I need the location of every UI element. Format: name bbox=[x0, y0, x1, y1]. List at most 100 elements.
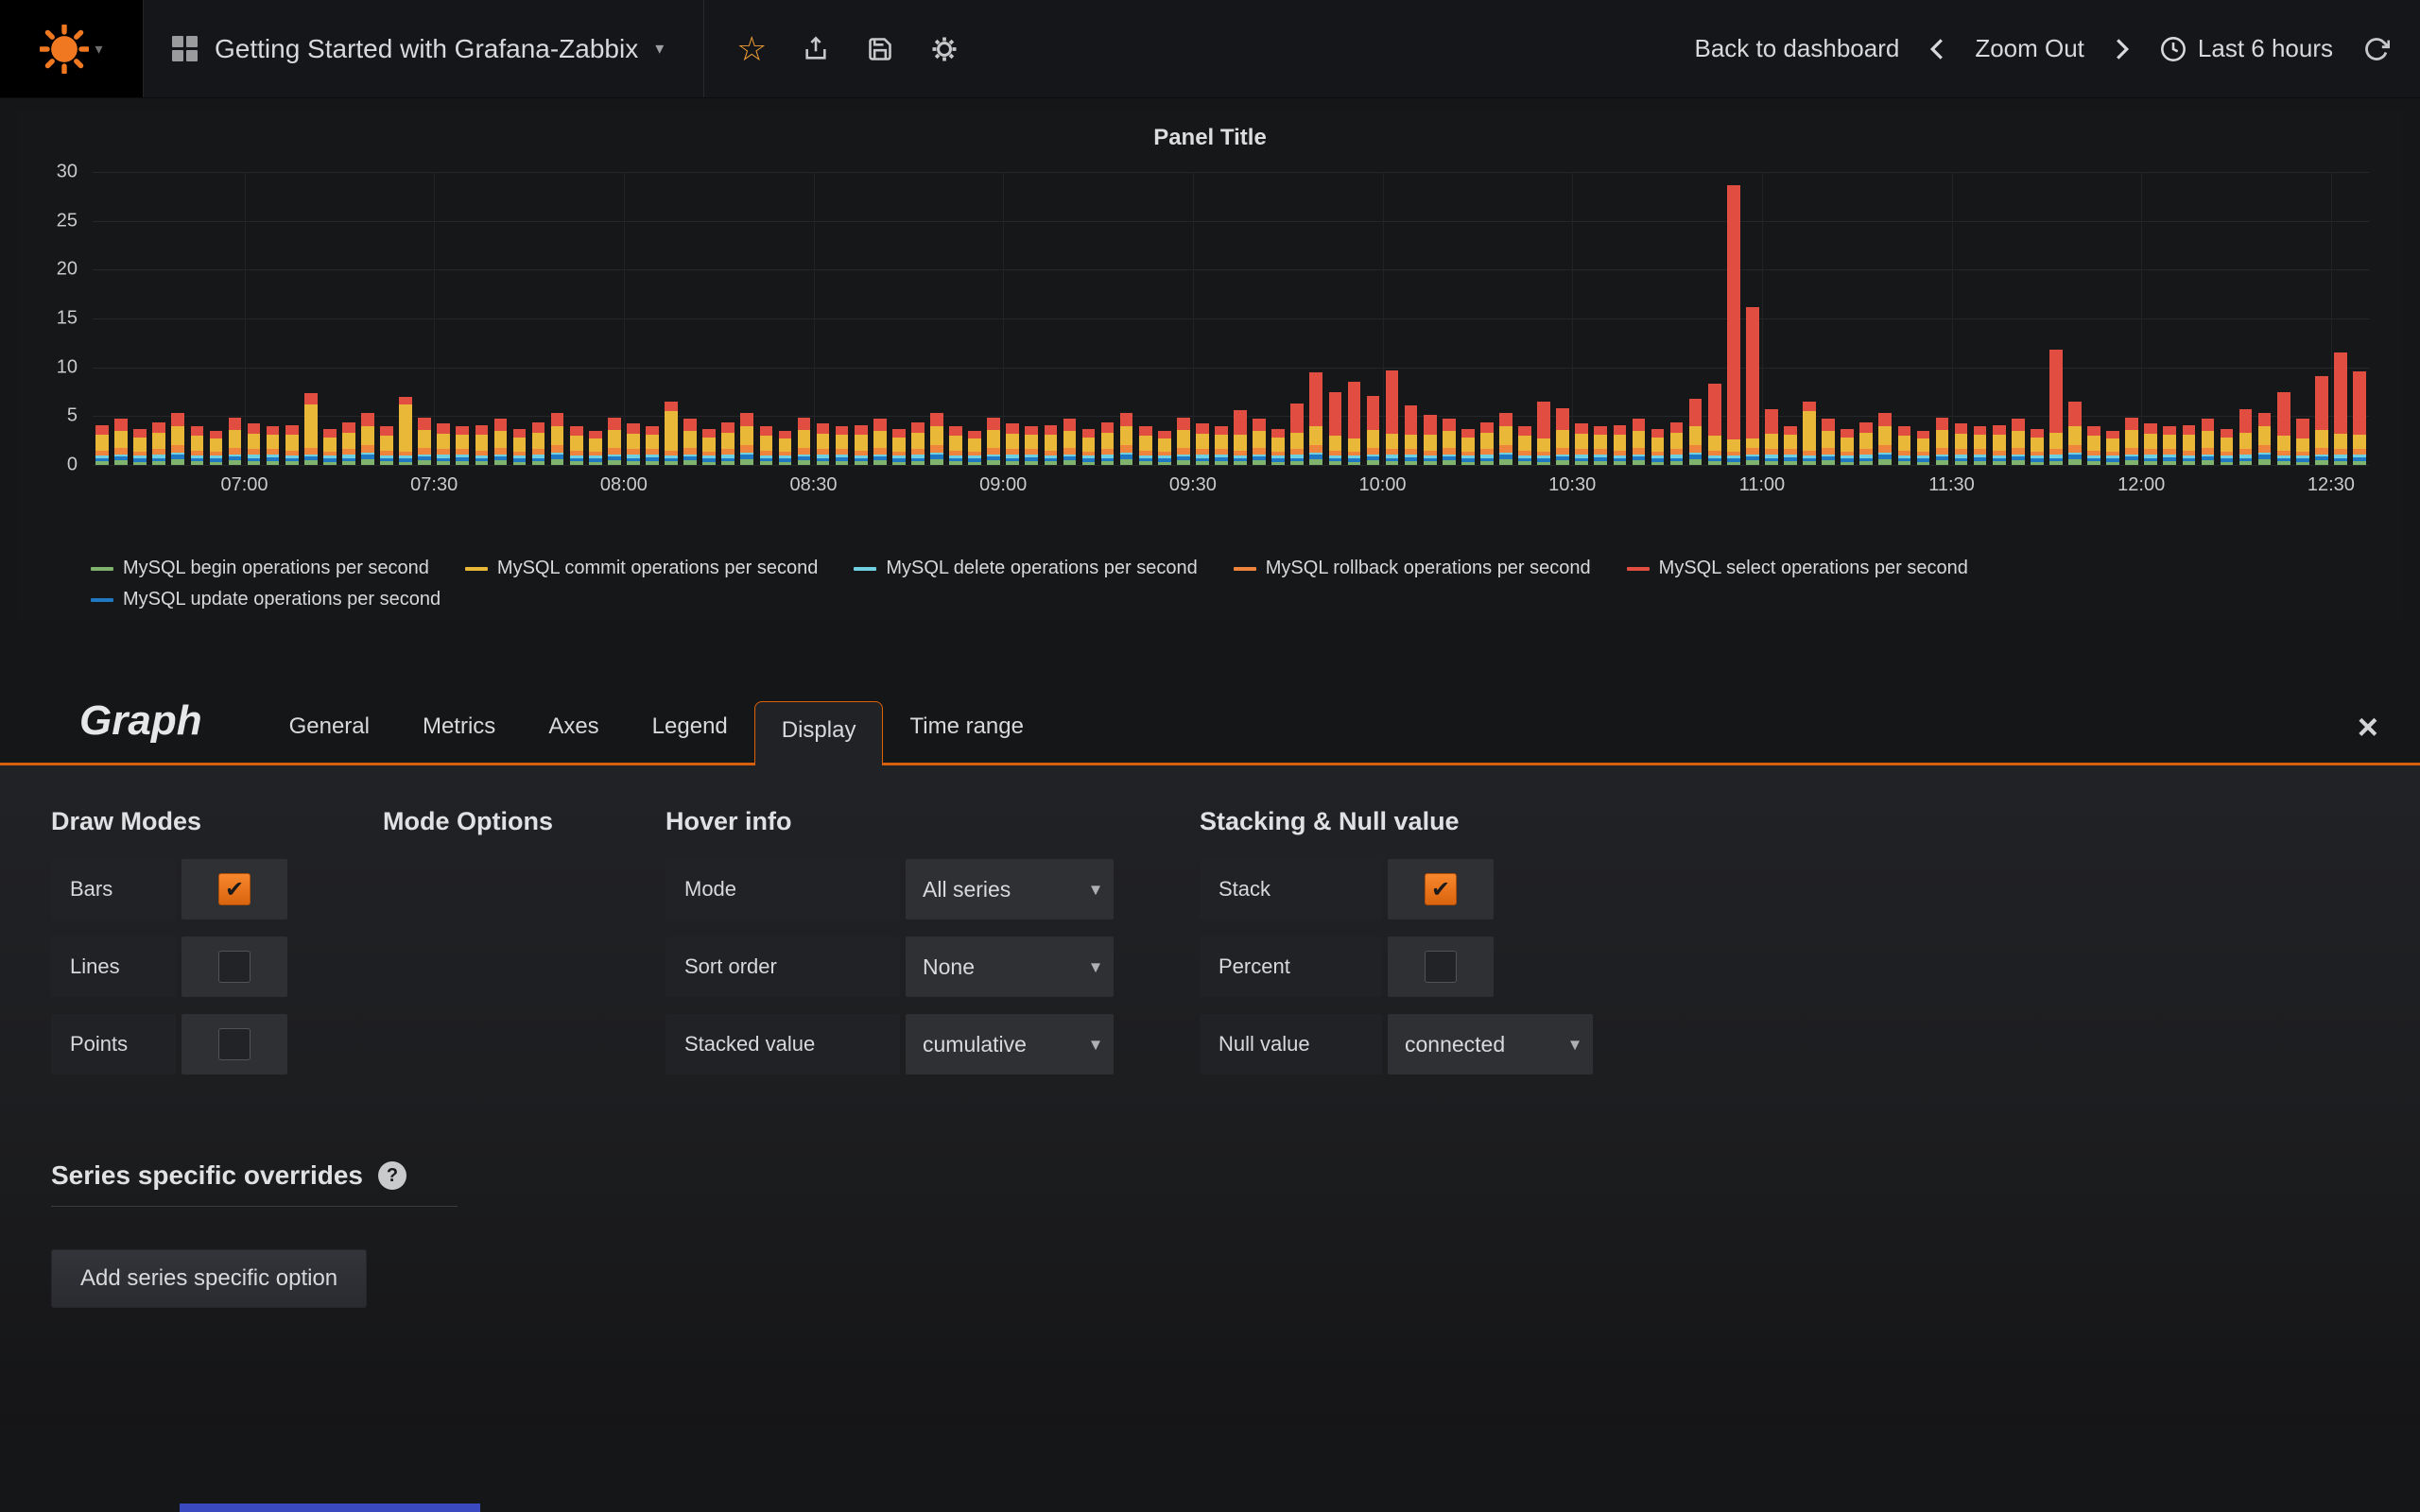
bar-segment bbox=[589, 452, 602, 455]
bar-segment bbox=[2277, 458, 2290, 461]
lines-checkbox[interactable]: ✔ bbox=[182, 936, 287, 997]
bar-segment bbox=[798, 418, 811, 429]
bar-segment bbox=[1120, 413, 1133, 425]
bar-segment bbox=[229, 418, 242, 429]
star-button[interactable]: ☆ bbox=[723, 0, 780, 97]
tab-display[interactable]: Display bbox=[754, 701, 884, 765]
bar-segment bbox=[1120, 445, 1133, 452]
settings-button[interactable] bbox=[916, 0, 973, 97]
legend-item[interactable]: MySQL rollback operations per second bbox=[1234, 558, 1591, 579]
bar-segment bbox=[2183, 455, 2196, 458]
bar-segment bbox=[304, 460, 318, 465]
bar-segment bbox=[608, 418, 621, 429]
points-checkbox[interactable]: ✔ bbox=[182, 1014, 287, 1074]
stacked-value-select[interactable]: cumulative ▾ bbox=[906, 1014, 1114, 1074]
tab-axes[interactable]: Axes bbox=[522, 695, 625, 763]
share-button[interactable] bbox=[787, 0, 844, 97]
legend-item[interactable]: MySQL delete operations per second bbox=[854, 558, 1197, 579]
bar-segment bbox=[2334, 458, 2347, 461]
bar-segment bbox=[133, 462, 147, 465]
bar-segment bbox=[1803, 451, 1816, 455]
back-to-dashboard-link[interactable]: Back to dashboard bbox=[1695, 34, 1900, 63]
bar-segment bbox=[1101, 458, 1115, 461]
stack-checkbox[interactable]: ✔ bbox=[1388, 859, 1494, 919]
bar-segment bbox=[665, 455, 678, 458]
bar-segment bbox=[1101, 449, 1115, 454]
bar-segment bbox=[2068, 453, 2082, 455]
bar-segment bbox=[987, 456, 1000, 460]
percent-checkbox[interactable]: ✔ bbox=[1388, 936, 1494, 997]
legend-item[interactable]: MySQL commit operations per second bbox=[465, 558, 818, 579]
help-icon[interactable]: ? bbox=[378, 1161, 406, 1190]
refresh-button[interactable] bbox=[2363, 0, 2390, 97]
close-icon[interactable]: × bbox=[2358, 710, 2378, 746]
legend-item[interactable]: MySQL begin operations per second bbox=[91, 558, 429, 579]
bar-segment bbox=[210, 458, 223, 462]
bar-segment bbox=[418, 460, 431, 465]
tab-metrics[interactable]: Metrics bbox=[396, 695, 522, 763]
legend-item[interactable]: MySQL select operations per second bbox=[1627, 558, 1968, 579]
time-picker-button[interactable]: Last 6 hours bbox=[2160, 34, 2333, 63]
bar-segment bbox=[817, 458, 830, 461]
bar-segment bbox=[1784, 449, 1797, 454]
bar-segment bbox=[665, 411, 678, 450]
tab-legend[interactable]: Legend bbox=[626, 695, 754, 763]
bar-segment bbox=[1594, 461, 1607, 465]
bar-segment bbox=[646, 426, 659, 435]
bar-segment bbox=[456, 457, 469, 461]
add-series-override-button[interactable]: Add series specific option bbox=[51, 1249, 367, 1308]
bar-segment bbox=[1177, 430, 1190, 449]
bar-segment bbox=[930, 459, 943, 465]
shift-time-forward-button[interactable] bbox=[2115, 37, 2130, 61]
bar-segment bbox=[1727, 462, 1740, 465]
sort-order-select[interactable]: None ▾ bbox=[906, 936, 1114, 997]
legend-item[interactable]: MySQL update operations per second bbox=[91, 589, 441, 610]
bar-segment bbox=[779, 438, 792, 451]
bar-segment bbox=[210, 455, 223, 458]
series-overrides-header: Series specific overrides ? bbox=[51, 1160, 458, 1207]
mode-select[interactable]: All series ▾ bbox=[906, 859, 1114, 919]
save-button[interactable] bbox=[852, 0, 908, 97]
bar-segment bbox=[1689, 426, 1703, 446]
bar-segment bbox=[2012, 455, 2025, 456]
bar-segment bbox=[2163, 426, 2176, 435]
bar-segment bbox=[760, 451, 773, 455]
panel-title[interactable]: Panel Title bbox=[17, 125, 2403, 151]
bar-segment bbox=[1139, 461, 1152, 465]
bar-segment bbox=[1841, 429, 1854, 438]
legend-series-name: MySQL begin operations per second bbox=[123, 558, 429, 579]
bar-segment bbox=[589, 438, 602, 451]
bars-checkbox[interactable]: ✔ bbox=[182, 859, 287, 919]
zoom-out-button[interactable]: Zoom Out bbox=[1975, 34, 2084, 63]
bar-segment bbox=[1651, 438, 1665, 451]
shift-time-back-button[interactable] bbox=[1929, 37, 1945, 61]
bar-segment bbox=[152, 449, 165, 454]
bar-segment bbox=[855, 435, 868, 451]
bar-segment bbox=[589, 458, 602, 462]
tab-general[interactable]: General bbox=[263, 695, 396, 763]
gridline-vertical bbox=[1383, 172, 1384, 465]
bar-segment bbox=[892, 429, 906, 438]
null-value-select[interactable]: connected ▾ bbox=[1388, 1014, 1593, 1074]
bar-segment bbox=[798, 456, 811, 460]
bar-segment bbox=[2221, 455, 2234, 458]
bar-segment bbox=[721, 449, 735, 454]
bar-segment bbox=[1290, 404, 1304, 433]
bar-segment bbox=[1045, 461, 1058, 465]
bar-segment bbox=[2353, 435, 2366, 450]
grafana-menu-button[interactable]: ▾ bbox=[0, 0, 144, 97]
dashboard-title-dropdown[interactable]: Getting Started with Grafana-Zabbix ▾ bbox=[144, 0, 704, 97]
chart-plot-area[interactable]: 05101520253007:0007:3008:0008:3009:0009:… bbox=[93, 172, 2369, 465]
bar-segment bbox=[855, 425, 868, 435]
bar-segment bbox=[2258, 445, 2272, 452]
bar-segment bbox=[2031, 455, 2044, 458]
bar-segment bbox=[1443, 455, 1456, 456]
bar-segment bbox=[1405, 455, 1418, 457]
bar-segment bbox=[987, 418, 1000, 429]
tab-time-range[interactable]: Time range bbox=[883, 695, 1050, 763]
bar-segment bbox=[133, 438, 147, 451]
bar-segment bbox=[1575, 449, 1588, 454]
bar-segment bbox=[1025, 455, 1038, 457]
bar-segment bbox=[2031, 458, 2044, 462]
bar-segment bbox=[2334, 461, 2347, 465]
